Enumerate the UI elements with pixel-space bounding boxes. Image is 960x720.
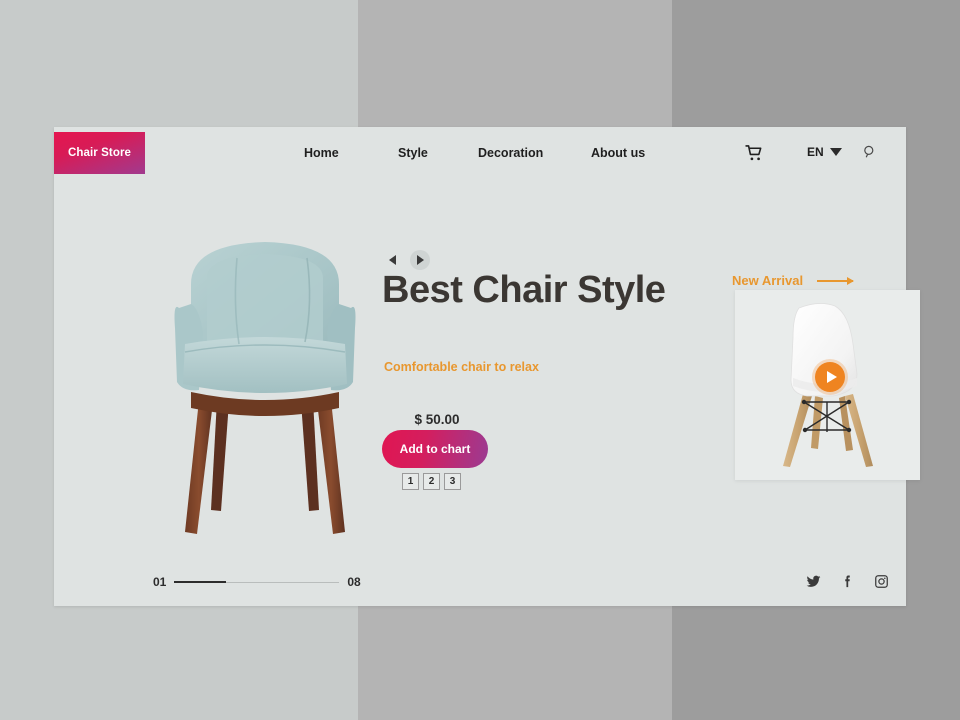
website-mockup: Chair Store Home Style Decoration About … [54,127,920,606]
slide-progress: 01 08 [153,575,361,589]
screenshot-stage: Chair Store Home Style Decoration About … [0,0,960,720]
nav-link-about-us[interactable]: About us [591,146,645,160]
slide-total: 08 [347,575,361,589]
product-price: $ 50.00 [414,412,460,427]
facebook-icon[interactable] [840,574,855,589]
arrow-right-icon [817,276,855,285]
hero-carousel-arrows [383,250,430,270]
quantity-selector: 1 2 3 [402,473,461,490]
quantity-option-2[interactable]: 2 [423,473,440,490]
language-selector[interactable]: EN [807,145,842,159]
hero-chair-image [155,232,375,552]
quantity-option-1[interactable]: 1 [402,473,419,490]
twitter-icon[interactable] [806,574,821,589]
slide-current: 01 [153,575,167,589]
search-icon[interactable] [862,144,878,160]
language-label: EN [807,145,824,159]
quantity-option-3[interactable]: 3 [444,473,461,490]
navigation-bar: Chair Store Home Style Decoration About … [54,127,906,182]
add-to-cart-button[interactable]: Add to chart [382,430,488,468]
shopping-cart-icon[interactable] [744,143,764,163]
instagram-icon[interactable] [874,574,889,589]
page-subtitle: Comfortable chair to relax [384,360,539,374]
nav-link-style[interactable]: Style [398,146,428,160]
chevron-down-icon [829,148,842,156]
nav-link-decoration[interactable]: Decoration [478,146,543,160]
new-arrival-label: New Arrival [732,273,804,288]
new-arrival-header[interactable]: New Arrival [732,273,855,288]
chevron-right-icon[interactable] [410,250,430,270]
site-logo[interactable]: Chair Store [54,132,145,174]
play-icon[interactable] [815,362,845,392]
page-title: Best Chair Style [382,269,666,311]
slide-progress-track[interactable] [174,581,340,583]
slide-progress-fill [174,581,227,583]
new-arrival-card[interactable] [735,290,920,480]
nav-link-home[interactable]: Home [304,146,339,160]
chevron-left-icon[interactable] [383,251,401,269]
social-links [806,574,889,589]
site-logo-label: Chair Store [67,147,132,159]
